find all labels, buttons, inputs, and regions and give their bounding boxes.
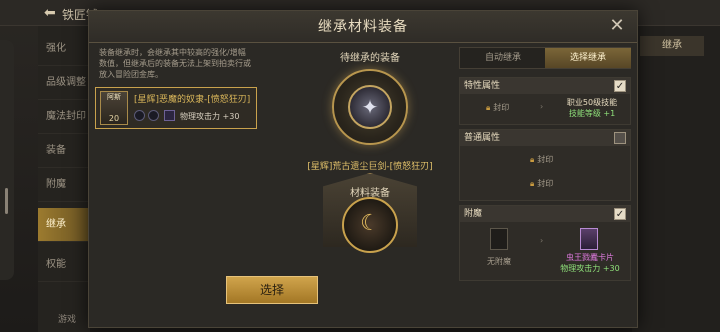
material-item-card[interactable]: 阿斯 20 [星辉]恶魔的奴隶-[愤怒狂刃] 物理攻击力 +30 <box>95 87 257 129</box>
normal-attribute-checkbox[interactable] <box>614 132 626 144</box>
special-attribute-title: 特性属性 <box>460 78 630 94</box>
enchant-card-name: 虫王戮蠹卡片 <box>566 253 614 262</box>
lock-icon: 🔒︎ <box>530 179 535 188</box>
normal-attribute-section: 普通属性 🔒︎ 封印 🔒︎ 封印 <box>459 129 631 201</box>
skill-level-value: 技能等级 +1 <box>568 109 616 118</box>
left-column: 装备继承时，会继承其中较高的强化/增幅数值，但继承后的装备无法上架到拍卖行或放入… <box>95 47 257 287</box>
material-equipment-slot[interactable]: ☾ <box>342 197 398 253</box>
tab-select-inherit[interactable]: 选择继承 <box>545 48 631 68</box>
modal-header: 继承材料装备 ✕ <box>89 11 637 43</box>
no-enchant-label: 无附魔 <box>487 257 511 266</box>
target-weapon-name: [星辉]荒古遗尘巨剑-[愤怒狂刃] <box>307 162 433 172</box>
sidebar-item-inherit[interactable]: 继承 <box>38 208 90 242</box>
target-equipment-slot[interactable]: ✦ <box>332 69 408 145</box>
arrow-icon: › <box>540 236 544 245</box>
normal-seal-1: 🔒︎ 封印 <box>530 155 554 164</box>
background-inherit-tab[interactable]: 继承 <box>640 36 704 56</box>
modal-title: 继承材料装备 <box>318 19 408 35</box>
enchant-card-icon <box>580 228 598 250</box>
lock-icon: 🔒︎ <box>530 155 535 164</box>
enchant-card-stat: 物理攻击力 +30 <box>560 264 620 273</box>
back-arrow-icon[interactable]: ⬅ <box>44 5 56 21</box>
right-column: 自动继承 选择继承 特性属性 ✓ 🔒︎ 封印 › 职业50级技能 技能等级 +1 … <box>459 47 631 287</box>
handle-notch <box>5 188 8 214</box>
sidebar-item-enhance[interactable]: 强化 <box>38 32 90 66</box>
item-icon: 阿斯 20 <box>100 91 128 125</box>
skill-level-label: 职业50级技能 <box>566 98 618 107</box>
background-bottom-text: 游戏 <box>58 315 77 325</box>
item-level: 20 <box>108 114 120 123</box>
lock-icon: 🔒︎ <box>486 103 491 112</box>
left-edge-handle[interactable] <box>0 40 14 280</box>
middle-column: 待继承的装备 ✦ [星辉]荒古遗尘巨剑-[愤怒狂刃] 材料装备 ☾ <box>295 47 445 287</box>
sidebar-item-seal[interactable]: 魔法封印 <box>38 100 90 134</box>
special-attribute-section: 特性属性 ✓ 🔒︎ 封印 › 职业50级技能 技能等级 +1 <box>459 77 631 125</box>
sidebar-item-enchant[interactable]: 附魔 <box>38 168 90 202</box>
enchant-checkbox[interactable]: ✓ <box>614 208 626 220</box>
inherit-description: 装备继承时，会继承其中较高的强化/增幅数值，但继承后的装备无法上架到拍卖行或放入… <box>99 48 251 79</box>
socket-icon <box>148 110 159 121</box>
sidebar-item-authority[interactable]: 权能 <box>38 248 90 282</box>
empty-card-slot-icon <box>490 228 508 250</box>
arrow-icon: › <box>540 102 544 111</box>
background-right-panel <box>632 26 720 332</box>
item-stat: 物理攻击力 +30 <box>180 112 240 121</box>
enchant-title: 附魔 <box>460 206 630 222</box>
rune-icon <box>164 110 175 121</box>
inherit-material-modal: 继承材料装备 ✕ 装备继承时，会继承其中较高的强化/增幅数值，但继承后的装备无法… <box>88 10 638 328</box>
special-seal: 🔒︎ 封印 <box>486 103 510 112</box>
normal-seal-2: 🔒︎ 封印 <box>530 179 554 188</box>
socket-icon <box>134 110 145 121</box>
blacksmith-sidebar: 强化 品级调整 魔法封印 装备 附魔 继承 权能 <box>38 26 90 332</box>
sword-icon: ✦ <box>348 85 392 129</box>
select-button[interactable]: 选择 <box>226 276 318 304</box>
item-name: [星辉]恶魔的奴隶-[愤怒狂刃] <box>134 95 251 105</box>
inherit-tabs: 自动继承 选择继承 <box>459 47 631 69</box>
target-equipment-label: 待继承的装备 <box>340 53 400 64</box>
sidebar-item-grade[interactable]: 品级调整 <box>38 66 90 100</box>
item-icon-label: 阿斯 <box>107 93 121 101</box>
scythe-icon: ☾ <box>360 211 380 236</box>
enchant-section: 附魔 ✓ 无附魔 › 虫王戮蠹卡片 物理攻击力 +30 <box>459 205 631 281</box>
close-icon[interactable]: ✕ <box>607 16 627 36</box>
tab-auto-inherit[interactable]: 自动继承 <box>460 48 546 68</box>
sidebar-item-equipment[interactable]: 装备 <box>38 134 90 168</box>
normal-attribute-title: 普通属性 <box>460 130 630 146</box>
special-attribute-checkbox[interactable]: ✓ <box>614 80 626 92</box>
screen: ⬅ 铁匠铺 强化 品级调整 魔法封印 装备 附魔 继承 权能 继承 游戏 继承材… <box>0 0 720 332</box>
